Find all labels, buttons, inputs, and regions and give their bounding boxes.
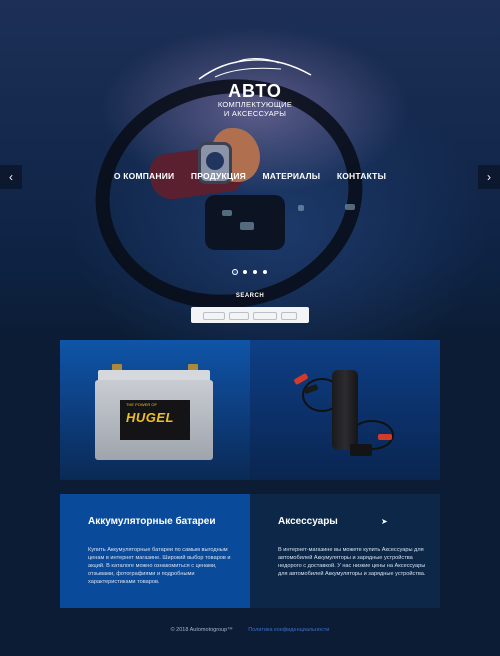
card-description: Купить Аккумуляторные батареи по самым в…: [88, 547, 231, 585]
nav-item-materials[interactable]: МАТЕРИАЛЫ: [263, 171, 321, 181]
battery-product-image[interactable]: THE POWER OF HUGEL: [60, 340, 250, 480]
slider-next-button[interactable]: ›: [478, 165, 500, 189]
logo-subtitle-line: И АКСЕССУАРЫ: [223, 109, 287, 118]
search-label: SEARCH: [235, 293, 265, 299]
main-navigation: О КОМПАНИИ ПРОДУКЦИЯ МАТЕРИАЛЫ КОНТАКТЫ: [0, 171, 500, 181]
slider-dot[interactable]: [243, 270, 247, 274]
logo-subtitle-line: КОМПЛЕКТУЮЩИЕ: [217, 100, 293, 109]
dashboard-light: [240, 222, 254, 230]
slider-dot[interactable]: [253, 270, 257, 274]
dashboard-light: [298, 205, 304, 211]
card-description: В интернет-магазине вы можете купить Акс…: [278, 547, 426, 577]
nav-item-contacts[interactable]: КОНТАКТЫ: [337, 171, 386, 181]
accessories-product-card[interactable]: Аксессуары В интернет-магазине вы можете…: [250, 494, 440, 608]
logo-title: АВТО: [228, 81, 282, 101]
search-decoration: [203, 312, 225, 320]
nav-item-products[interactable]: ПРОДУКЦИЯ: [191, 171, 246, 181]
battery-label: THE POWER OF HUGEL: [120, 400, 190, 440]
footer: © 2018 Automotogroup™ Политика конфиденц…: [0, 627, 500, 633]
search-decoration: [281, 312, 297, 320]
search-decoration: [253, 312, 277, 320]
card-title: Аксессуары: [278, 516, 338, 527]
mouse-cursor-icon: ➤: [381, 517, 388, 526]
slider-prev-button[interactable]: ‹: [0, 165, 22, 189]
dashboard-light: [222, 210, 232, 216]
booster-product-image[interactable]: [250, 340, 440, 480]
battery-brand: HUGEL: [126, 410, 174, 425]
car-silhouette-icon: [198, 58, 312, 80]
search-input[interactable]: [191, 307, 309, 323]
jump-starter-image: [332, 370, 358, 450]
dashboard-light: [345, 204, 355, 210]
red-clamp: [378, 434, 392, 440]
booster-connector: [350, 444, 372, 456]
battery-tagline: THE POWER OF: [126, 402, 157, 407]
chevron-left-icon: ‹: [9, 170, 13, 184]
slider-dots: [0, 270, 500, 274]
hero-banner: [0, 0, 500, 340]
chevron-right-icon: ›: [487, 170, 491, 184]
logo-subtitle: КОМПЛЕКТУЮЩИЕ И АКСЕССУАРЫ: [190, 100, 320, 118]
card-title: Аккумуляторные батареи: [88, 516, 216, 527]
search-decoration: [229, 312, 249, 320]
nav-item-company[interactable]: О КОМПАНИИ: [114, 171, 174, 181]
site-logo[interactable]: АВТО КОМПЛЕКТУЮЩИЕ И АКСЕССУАРЫ: [190, 55, 320, 125]
slider-dot[interactable]: [233, 270, 237, 274]
privacy-policy-link[interactable]: Политика конфиденциальности: [248, 627, 329, 633]
copyright-text: © 2018 Automotogroup™: [170, 627, 233, 633]
slider-dot[interactable]: [263, 270, 267, 274]
battery-product-card[interactable]: Аккумуляторные батареи Купить Аккумулято…: [60, 494, 250, 608]
